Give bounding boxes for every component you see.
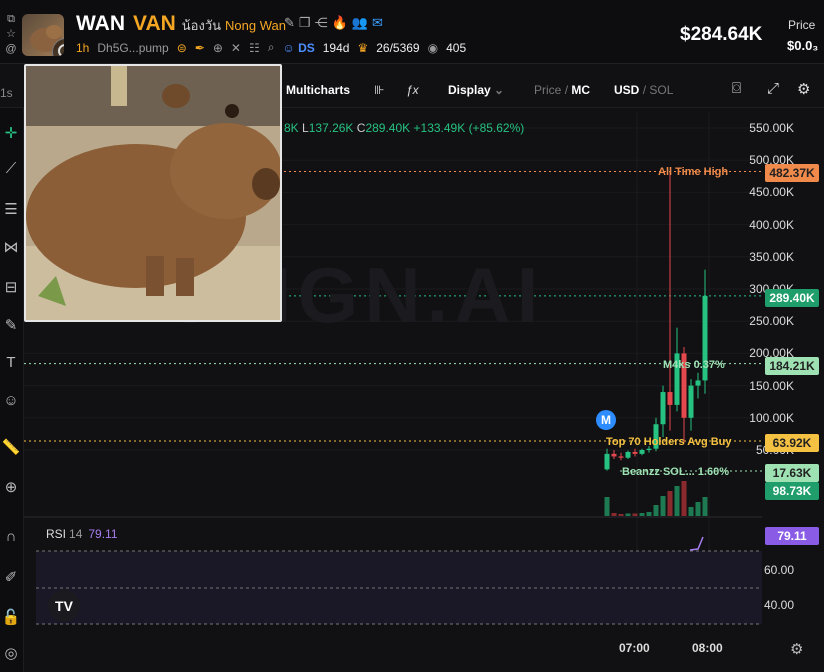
volume-bar [625, 513, 631, 516]
volume-bar [688, 507, 694, 516]
volume-bar [667, 491, 673, 516]
candle-body [632, 451, 638, 454]
volume-bar [681, 481, 687, 516]
volume-bar [604, 497, 610, 516]
m-badge-icon[interactable]: M [596, 410, 616, 430]
m4ks-price-tag: 184.21K [765, 357, 819, 375]
volume-bar [646, 512, 652, 516]
y-axis-label: 400.00K [749, 217, 794, 232]
y-axis-label: 450.00K [749, 185, 794, 200]
rsi-tag: 79.11 [765, 527, 819, 545]
chart-settings-icon[interactable]: ⚙ [790, 640, 803, 658]
ohlc-low-label: L [302, 121, 309, 135]
y-axis-label: 150.00K [749, 378, 794, 393]
ohlc-readout: 8K L137.26K C289.40K +133.49K (+85.62%) [284, 121, 524, 135]
y-axis-label: 100.00K [749, 410, 794, 425]
rsi-value: 79.11 [88, 527, 118, 541]
volume-bar [702, 497, 708, 516]
candle-body [618, 456, 624, 458]
ath-price-tag: 482.37K [765, 164, 819, 182]
ohlc-low-value: 137.26K [308, 121, 354, 135]
volume-bar [611, 513, 617, 516]
rsi-line [689, 536, 704, 551]
candle-body [688, 385, 694, 418]
current-price-tag: 289.40K [765, 289, 819, 307]
candle-body [646, 448, 652, 450]
m4ks-annotation: M4ks 0.37% [663, 359, 725, 371]
beanzz-price-tag: 17.63K [765, 464, 819, 482]
volume-bar [632, 513, 638, 516]
top70-annotation: Top 70 Holders Avg Buy [606, 436, 732, 448]
time-label-0800: 08:00 [692, 641, 723, 655]
app-root: ⧉ ☆ @ WAN VAN น้องวัน Nong Wan ✎❐⋲🔥👥✉ 1h Dh… [0, 0, 824, 672]
rsi-axis-40: 40.00 [763, 598, 794, 612]
volume-bar [639, 513, 645, 516]
ohlc-close-value: 289.40K [365, 121, 411, 135]
volume-bar [660, 496, 666, 516]
candle-body [639, 450, 645, 454]
y-axis-label: 350.00K [749, 249, 794, 264]
volume-bar [618, 514, 624, 516]
y-axis-label: 550.00K [749, 121, 794, 135]
tradingview-logo[interactable]: TV [48, 590, 80, 622]
rsi-axis-60: 60.00 [763, 563, 794, 577]
candle-body [660, 392, 666, 425]
time-label-0700: 07:00 [619, 641, 650, 655]
volume-bar [674, 486, 680, 516]
beanzz-annotation: Beanzz SOL... 1.60% [622, 466, 729, 478]
rsi-label: RSI [46, 527, 67, 541]
volume-bar [695, 502, 701, 516]
volume-bar [653, 505, 659, 516]
candle-body [625, 451, 631, 458]
rsi-pane [36, 536, 762, 625]
top70-price-tag: 63.92K [765, 434, 819, 452]
candle-body [667, 392, 673, 405]
ohlc-high-tail: 8K [284, 121, 299, 135]
volumes-group [604, 481, 708, 516]
candle-body [611, 453, 617, 457]
rsi-period: 14 [69, 527, 83, 541]
ohlc-change: +133.49K (+85.62%) [413, 121, 525, 135]
ath-annotation: All Time High [658, 166, 729, 178]
volume-tag: 98.73K [765, 482, 819, 500]
capybara-photo [26, 66, 280, 320]
y-axis-label: 250.00K [749, 314, 794, 329]
candle-body [695, 380, 701, 386]
token-image-preview [24, 64, 282, 322]
candle-body [604, 453, 610, 470]
rsi-header: RSI 14 79.11 [46, 527, 118, 541]
